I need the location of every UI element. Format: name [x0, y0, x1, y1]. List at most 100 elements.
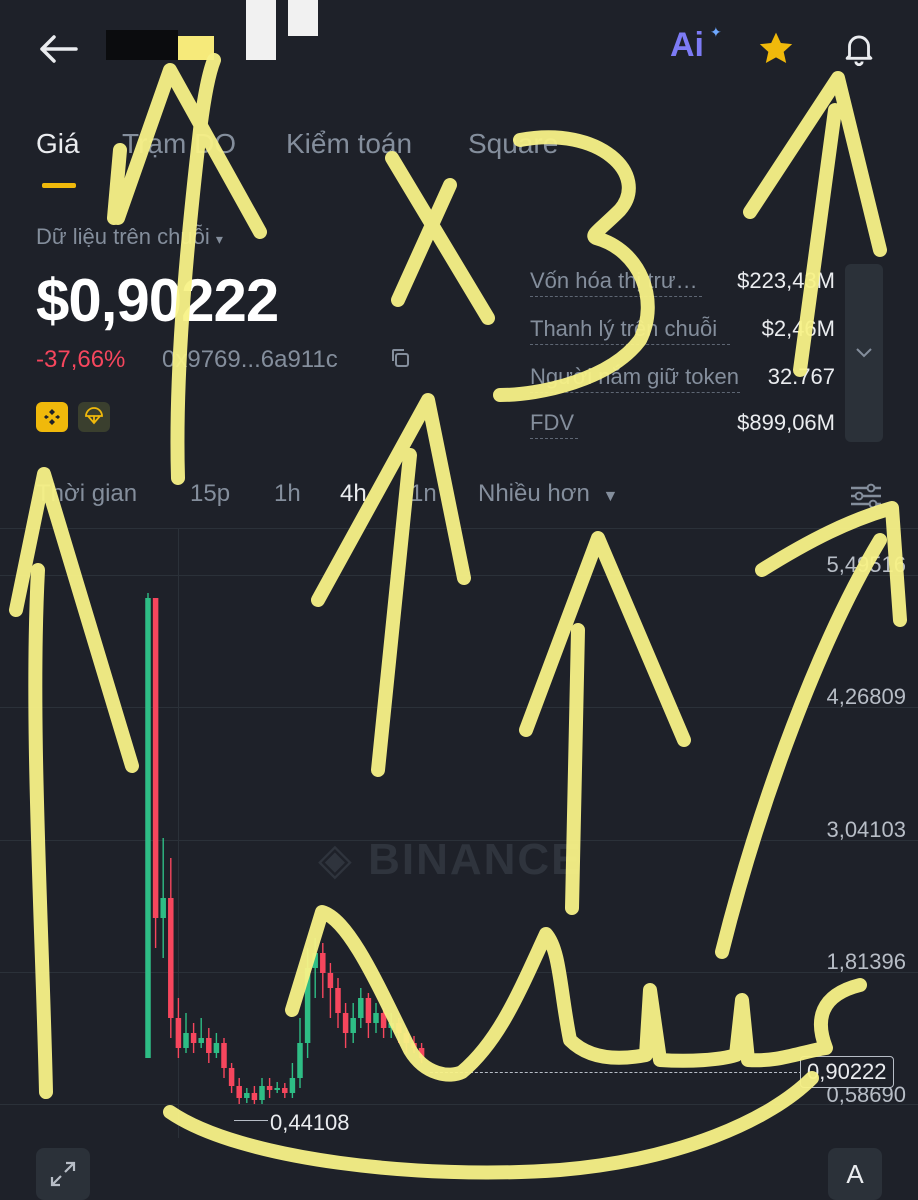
candle-body — [244, 1093, 250, 1098]
chart-settings-button[interactable] — [846, 476, 886, 516]
candle — [342, 1003, 349, 1048]
candle-body — [396, 1023, 402, 1033]
candle — [259, 1078, 265, 1104]
candle — [327, 963, 334, 1018]
candle-body — [236, 1086, 242, 1098]
candle — [183, 1013, 189, 1053]
timeframe-1h[interactable]: 1h — [274, 480, 301, 508]
candle — [289, 1063, 296, 1098]
low-price-label: 0,44108 — [270, 1110, 350, 1135]
sparkle-icon: ✦ — [710, 24, 722, 40]
current-price: $0,90222 — [36, 267, 279, 334]
copy-icon — [392, 349, 409, 367]
stat-fdv: FDV $899,06M — [530, 410, 835, 444]
price-change: -37,66% — [36, 346, 126, 373]
candle-body — [282, 1088, 288, 1093]
candle-body — [342, 1013, 349, 1033]
back-button[interactable] — [30, 26, 86, 72]
candle — [335, 978, 341, 1028]
candle-body — [190, 1033, 197, 1043]
auto-scale-button[interactable]: A — [828, 1148, 882, 1200]
candle-body — [304, 968, 311, 1043]
bell-icon — [845, 35, 873, 66]
candle-body — [168, 898, 174, 1018]
parachute-icon — [85, 407, 103, 425]
timeframe-time[interactable]: Thời gian — [36, 480, 137, 508]
token-logo-redacted — [106, 0, 318, 72]
copy-address-button[interactable] — [388, 346, 414, 372]
stat-market-cap: Vốn hóa thị trường $223,43M — [530, 268, 835, 302]
candle — [365, 993, 372, 1038]
candle — [244, 1088, 250, 1103]
candle — [236, 1078, 242, 1104]
candle-body — [403, 1033, 410, 1043]
annotation-x — [385, 151, 495, 325]
candle-body — [380, 1013, 387, 1028]
bnb-icon — [44, 409, 60, 425]
chevron-down-icon — [856, 348, 872, 358]
alert-button[interactable] — [834, 24, 884, 72]
candle-body — [312, 953, 318, 968]
timeframe-more[interactable]: Nhiều hơn ▼ — [478, 480, 618, 508]
candle-body — [411, 1043, 417, 1048]
caret-down-icon: ▾ — [215, 231, 223, 247]
contract-address: 0x9769...6a911c — [162, 346, 338, 373]
favorite-button[interactable] — [752, 26, 800, 72]
candle — [350, 1003, 356, 1043]
candlestick-chart[interactable] — [0, 528, 918, 1138]
candle-body — [289, 1078, 296, 1093]
onchain-data-dropdown[interactable]: Dữ liệu trên chuỗi ▾ — [36, 224, 223, 250]
candle — [198, 1018, 204, 1048]
candle — [152, 598, 159, 948]
timeframe-1n[interactable]: 1n — [410, 480, 437, 508]
candle — [282, 1083, 288, 1098]
candle-body — [175, 1018, 182, 1048]
candle-body — [327, 973, 334, 988]
candle-body — [251, 1093, 258, 1100]
candle-body — [228, 1068, 235, 1086]
candle — [320, 943, 326, 998]
candle-body — [418, 1048, 425, 1058]
tab-station[interactable]: Trạm DO — [122, 128, 236, 160]
candle-body — [145, 598, 151, 1058]
star-icon — [759, 32, 793, 63]
tab-audit[interactable]: Kiểm toán — [286, 128, 412, 160]
timeframe-4h[interactable]: 4h — [340, 480, 367, 508]
candle — [206, 1028, 212, 1063]
current-price-line — [430, 1072, 802, 1073]
timeframe-15p[interactable]: 15p — [190, 480, 230, 508]
sliders-icon — [851, 483, 881, 509]
candle — [373, 1003, 379, 1033]
candle-body — [259, 1086, 265, 1100]
candle — [358, 988, 364, 1028]
candle — [251, 1086, 258, 1104]
candle-body — [213, 1043, 220, 1053]
candle — [145, 593, 151, 1058]
pancake-badge — [78, 402, 110, 432]
candle — [213, 1033, 220, 1058]
candle — [411, 1036, 417, 1053]
fullscreen-button[interactable] — [36, 1148, 90, 1200]
tab-price[interactable]: Giá — [36, 128, 80, 160]
expand-stats-button[interactable] — [845, 264, 883, 442]
candle-body — [206, 1038, 212, 1053]
active-tab-indicator — [42, 183, 76, 188]
candle — [175, 998, 182, 1058]
candle — [228, 1063, 235, 1093]
annotation-arrow — [107, 143, 127, 225]
candle — [274, 1082, 280, 1093]
ai-button[interactable]: Ai ✦ — [670, 24, 722, 72]
candle — [396, 1018, 402, 1043]
candle-body — [365, 998, 372, 1023]
candle — [160, 838, 166, 958]
expand-icon — [50, 1161, 76, 1187]
tab-square[interactable]: Square — [468, 128, 558, 160]
candle-body — [198, 1038, 204, 1043]
candle-body — [152, 598, 159, 918]
candle — [418, 1043, 425, 1063]
candle-body — [221, 1043, 227, 1068]
candle-body — [358, 998, 364, 1018]
candle — [297, 1018, 303, 1088]
candle-body — [297, 1043, 303, 1078]
stat-liquidity: Thanh lý trên chuỗi $2,46M — [530, 316, 835, 350]
